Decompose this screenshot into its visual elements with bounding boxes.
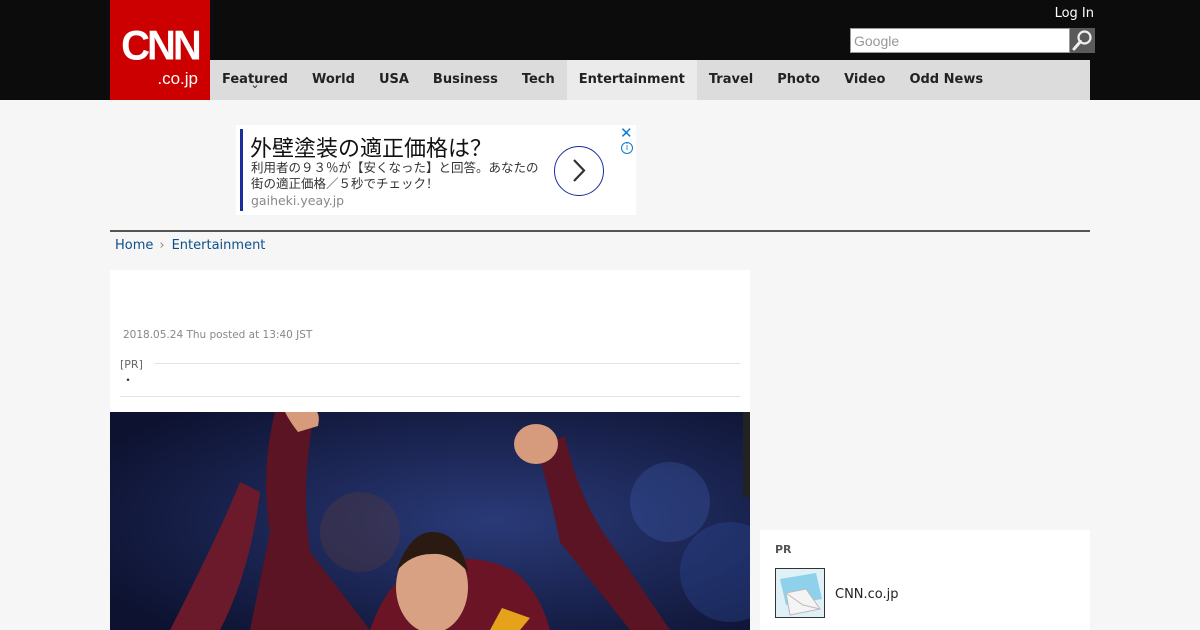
article-card: 2018.05.24 Thu posted at 13:40 JST [PR] … [110, 270, 750, 630]
ad-title[interactable]: 外壁塗装の適正価格は？ [250, 131, 492, 163]
nav-item-travel[interactable]: Travel [697, 60, 765, 100]
magnifier-icon [1072, 30, 1092, 51]
chevron-down-icon: ⌄ [250, 78, 260, 91]
envelope-icon [776, 569, 824, 617]
article-photo-image [110, 412, 750, 630]
nav-item-entertainment[interactable]: Entertainment [566, 60, 697, 100]
article-photo [110, 412, 750, 630]
nav-item-featured[interactable]: Featured ⌄ [210, 60, 300, 100]
pr-rule [154, 363, 740, 364]
ad-close-icon[interactable]: ✕ [620, 125, 633, 141]
nav-item-odd-news[interactable]: Odd News [897, 60, 995, 100]
cnn-logo[interactable]: CNN .co.jp [110, 0, 210, 100]
section-divider [110, 230, 1090, 232]
logo-sub: .co.jp [157, 69, 198, 88]
chevron-right-icon [573, 159, 586, 182]
login-link[interactable]: Log In [1055, 6, 1094, 21]
main-nav: Featured ⌄ World USA Business Tech Enter… [210, 60, 1090, 100]
breadcrumb-home[interactable]: Home [115, 238, 153, 253]
ad-body: 利用者の９３％が【安くなった】と回答。あなたの街の適正価格／５秒でチェック！ [251, 160, 539, 191]
logo-mark: CNN [121, 22, 202, 70]
search-button[interactable] [1070, 28, 1095, 53]
ad-banner[interactable]: 外壁塗装の適正価格は？ 利用者の９３％が【安くなった】と回答。あなたの街の適正価… [236, 125, 636, 215]
ad-info-icon[interactable]: i [621, 142, 633, 154]
search-input[interactable]: Google [850, 28, 1070, 53]
article-date: 2018.05.24 Thu posted at 13:40 JST [123, 329, 313, 341]
nav-item-video[interactable]: Video [832, 60, 897, 100]
sponsor-name[interactable]: CNN.co.jp [835, 587, 899, 602]
sponsor-thumbnail[interactable] [775, 568, 825, 618]
ad-url[interactable]: gaiheki.yeay.jp [251, 193, 344, 208]
nav-item-world[interactable]: World [300, 60, 367, 100]
nav-item-usa[interactable]: USA [367, 60, 421, 100]
pr-rule-bottom [120, 396, 740, 397]
nav-item-business[interactable]: Business [421, 60, 510, 100]
sidebar-pr-card[interactable]: PR CNN.co.jp [760, 530, 1090, 630]
breadcrumb-current[interactable]: Entertainment [172, 238, 266, 253]
pr-text[interactable]: ・ [122, 371, 134, 388]
nav-item-photo[interactable]: Photo [765, 60, 832, 100]
ad-arrow-button[interactable] [554, 146, 604, 196]
nav-item-tech[interactable]: Tech [510, 60, 567, 100]
breadcrumb-separator-icon: › [159, 238, 165, 253]
ad-accent-bar [240, 129, 243, 211]
pr-label: [PR] [120, 358, 143, 371]
sidebar-pr-label: PR [775, 543, 792, 556]
breadcrumb: Home › Entertainment [115, 238, 265, 253]
